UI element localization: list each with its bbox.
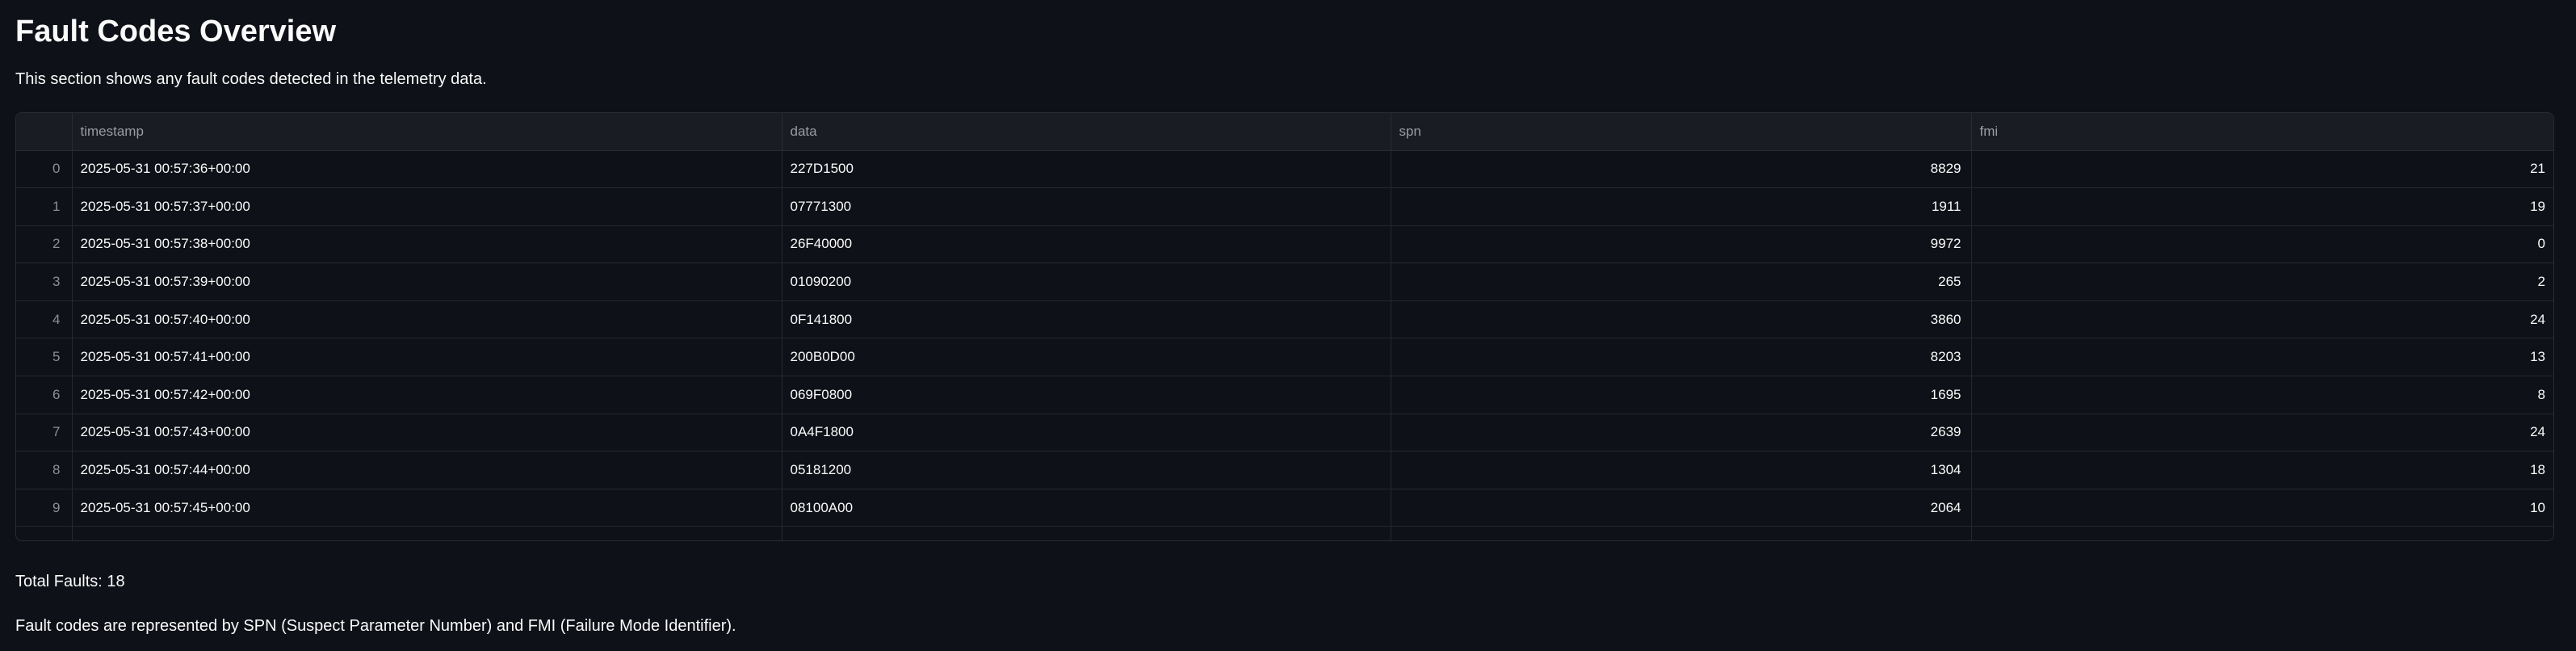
cell-fmi[interactable]: 0	[1971, 225, 2553, 264]
cell-fmi[interactable]: 24	[1971, 414, 2553, 452]
cell-data[interactable]: 05181200	[782, 451, 1391, 489]
table-row: 0 2025-05-31 00:57:36+00:00 227D1500 882…	[16, 150, 2553, 189]
column-header-data[interactable]: data	[782, 113, 1391, 151]
cell-fmi[interactable]: 2	[1971, 262, 2553, 301]
cell-data[interactable]	[782, 526, 1391, 540]
cell-spn[interactable]: 2064	[1391, 489, 1972, 527]
page-description: This section shows any fault codes detec…	[15, 70, 487, 88]
cell-data[interactable]: 08100A00	[782, 489, 1391, 527]
cell-fmi[interactable]: 21	[1971, 150, 2553, 189]
cell-data[interactable]: 01090200	[782, 262, 1391, 301]
cell-fmi[interactable]: 10	[1971, 489, 2553, 527]
fault-codes-dataframe[interactable]: timestamp data spn fmi 0 2025-05-31 00:5…	[15, 112, 2554, 541]
cell-timestamp[interactable]: 2025-05-31 00:57:39+00:00	[72, 262, 782, 301]
table-row: 1 2025-05-31 00:57:37+00:00 07771300 191…	[16, 187, 2553, 226]
column-header-index[interactable]	[16, 113, 73, 151]
cell-timestamp[interactable]: 2025-05-31 00:57:40+00:00	[72, 300, 782, 339]
row-index[interactable]: 1	[16, 187, 73, 226]
table-row: 5 2025-05-31 00:57:41+00:00 200B0D00 820…	[16, 338, 2553, 377]
cell-spn[interactable]: 8829	[1391, 150, 1972, 189]
cell-spn[interactable]: 265	[1391, 262, 1972, 301]
cell-timestamp[interactable]: 2025-05-31 00:57:43+00:00	[72, 414, 782, 452]
table-row: 7 2025-05-31 00:57:43+00:00 0A4F1800 263…	[16, 414, 2553, 452]
cell-spn[interactable]: 1304	[1391, 451, 1972, 489]
table-row: 8 2025-05-31 00:57:44+00:00 05181200 130…	[16, 451, 2553, 489]
cell-data[interactable]: 0F141800	[782, 300, 1391, 339]
row-index[interactable]: 2	[16, 225, 73, 264]
cell-timestamp[interactable]: 2025-05-31 00:57:45+00:00	[72, 489, 782, 527]
cell-timestamp[interactable]	[72, 526, 782, 540]
row-index[interactable]: 4	[16, 300, 73, 339]
fault-codes-footnote: Fault codes are represented by SPN (Susp…	[15, 617, 736, 635]
cell-spn[interactable]	[1391, 526, 1972, 540]
table-row-partial	[16, 526, 2553, 540]
table-header-row: timestamp data spn fmi	[16, 113, 2553, 151]
cell-data[interactable]: 0A4F1800	[782, 414, 1391, 452]
cell-fmi[interactable]: 13	[1971, 338, 2553, 377]
cell-data[interactable]: 07771300	[782, 187, 1391, 226]
cell-spn[interactable]: 1695	[1391, 376, 1972, 414]
cell-spn[interactable]: 8203	[1391, 338, 1972, 377]
cell-timestamp[interactable]: 2025-05-31 00:57:41+00:00	[72, 338, 782, 377]
cell-timestamp[interactable]: 2025-05-31 00:57:37+00:00	[72, 187, 782, 226]
cell-fmi[interactable]: 24	[1971, 300, 2553, 339]
cell-fmi[interactable]	[1971, 526, 2553, 540]
cell-timestamp[interactable]: 2025-05-31 00:57:42+00:00	[72, 376, 782, 414]
page-title: Fault Codes Overview	[15, 15, 337, 48]
cell-spn[interactable]: 2639	[1391, 414, 1972, 452]
cell-fmi[interactable]: 18	[1971, 451, 2553, 489]
total-faults-text: Total Faults: 18	[15, 573, 125, 590]
column-header-timestamp[interactable]: timestamp	[72, 113, 782, 151]
cell-spn[interactable]: 9972	[1391, 225, 1972, 264]
cell-fmi[interactable]: 8	[1971, 376, 2553, 414]
table-row: 3 2025-05-31 00:57:39+00:00 01090200 265…	[16, 262, 2553, 301]
cell-spn[interactable]: 1911	[1391, 187, 1972, 226]
table-row: 4 2025-05-31 00:57:40+00:00 0F141800 386…	[16, 300, 2553, 339]
cell-timestamp[interactable]: 2025-05-31 00:57:36+00:00	[72, 150, 782, 189]
table-row: 9 2025-05-31 00:57:45+00:00 08100A00 206…	[16, 489, 2553, 527]
page: Fault Codes Overview This section shows …	[0, 0, 2576, 651]
cell-data[interactable]: 200B0D00	[782, 338, 1391, 377]
row-index[interactable]: 0	[16, 150, 73, 189]
cell-data[interactable]: 227D1500	[782, 150, 1391, 189]
row-index[interactable]: 5	[16, 338, 73, 377]
table-row: 2 2025-05-31 00:57:38+00:00 26F40000 997…	[16, 225, 2553, 264]
cell-timestamp[interactable]: 2025-05-31 00:57:38+00:00	[72, 225, 782, 264]
cell-data[interactable]: 069F0800	[782, 376, 1391, 414]
row-index[interactable]: 7	[16, 414, 73, 452]
row-index[interactable]: 3	[16, 262, 73, 301]
row-index[interactable]	[16, 526, 73, 540]
column-header-fmi[interactable]: fmi	[1971, 113, 2553, 151]
column-header-spn[interactable]: spn	[1391, 113, 1972, 151]
cell-data[interactable]: 26F40000	[782, 225, 1391, 264]
row-index[interactable]: 8	[16, 451, 73, 489]
cell-timestamp[interactable]: 2025-05-31 00:57:44+00:00	[72, 451, 782, 489]
row-index[interactable]: 6	[16, 376, 73, 414]
fault-codes-table: timestamp data spn fmi 0 2025-05-31 00:5…	[16, 113, 2553, 540]
cell-spn[interactable]: 3860	[1391, 300, 1972, 339]
table-row: 6 2025-05-31 00:57:42+00:00 069F0800 169…	[16, 376, 2553, 414]
row-index[interactable]: 9	[16, 489, 73, 527]
cell-fmi[interactable]: 19	[1971, 187, 2553, 226]
